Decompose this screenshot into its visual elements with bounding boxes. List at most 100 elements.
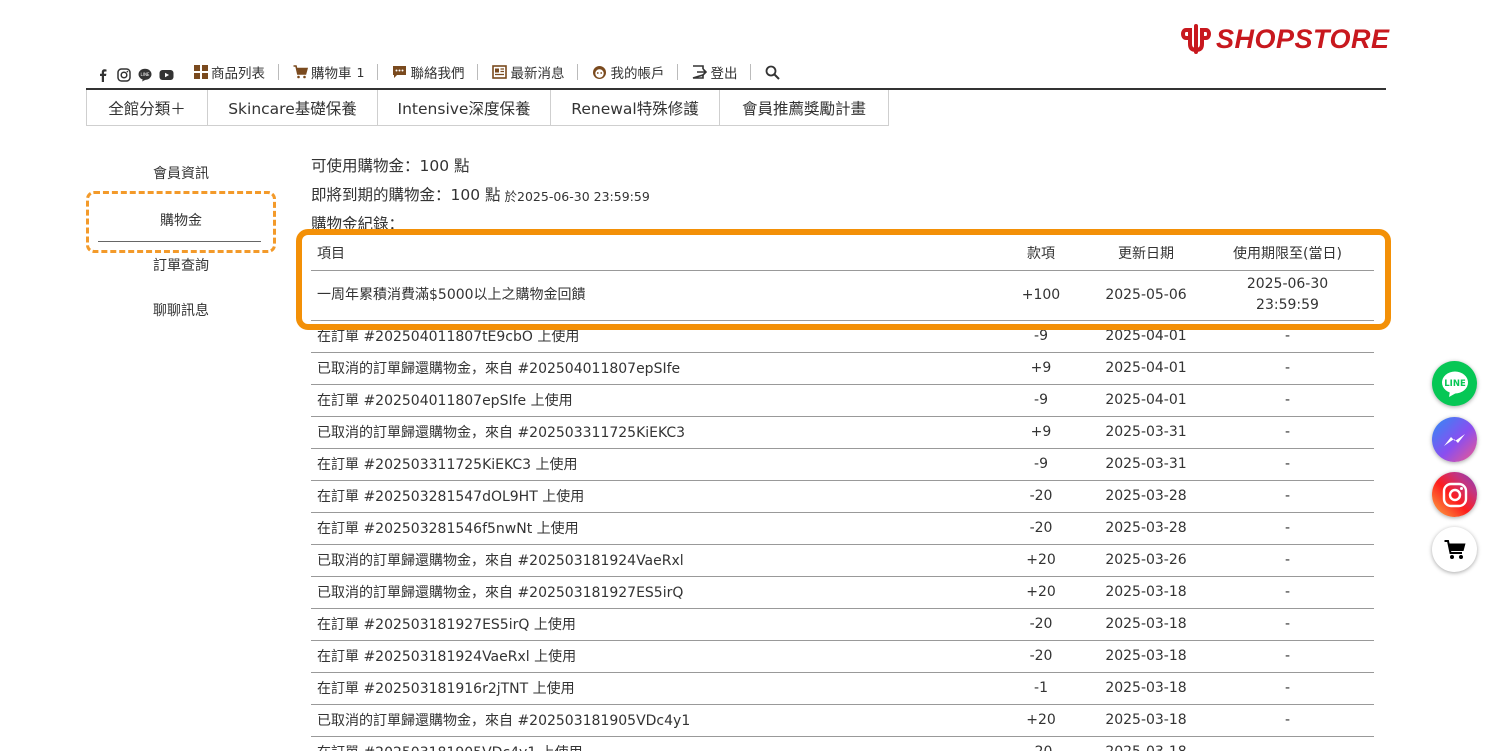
floating-cart-button[interactable] [1432, 527, 1477, 572]
line-icon[interactable]: LINE [138, 68, 152, 82]
expiring-credits: 即將到期的購物金： 100 點 於2025-06-30 23:59:59 [311, 179, 650, 208]
line-chat-button[interactable]: LINE [1432, 361, 1477, 406]
line-chat-icon: LINE [1441, 371, 1468, 397]
table-row: 在訂單 #202503181905VDc4y1 上使用-202025-03-18… [311, 736, 1374, 751]
row-expiry: - [1201, 512, 1374, 545]
row-item: 已取消的訂單歸還購物金，來自 #202503181927ES5irQ [311, 576, 991, 609]
table-row: 在訂單 #202503281547dOL9HT 上使用 -20 2025-03-28… [311, 480, 1374, 513]
credit-summary: 可使用購物金： 100 點 即將到期的購物金： 100 點 於2025-06-3… [311, 150, 650, 237]
instagram-icon[interactable] [117, 68, 131, 82]
cart-count: 1 [356, 64, 365, 80]
row-expiry-time: 23:59:59 [1256, 297, 1319, 313]
row-expiry: - [1201, 448, 1374, 481]
row-item: 在訂單 #202503181905VDc4y1 上使用 [311, 736, 991, 751]
row-expiry-date: 2025-06-30 [1246, 276, 1329, 292]
row-amount: -20 [991, 512, 1091, 545]
row-date: 2025-03-18 [1091, 704, 1201, 737]
category-referral[interactable]: 會員推薦獎勵計畫 [720, 90, 888, 125]
nav-logout-label: 登出 [710, 66, 738, 82]
row-item: 已取消的訂單歸還購物金，來自 #202503181924VaeRxl [311, 544, 991, 577]
expiring-credits-value: 100 點 [450, 185, 501, 204]
nav-search[interactable] [751, 62, 794, 82]
row-amount: +20 [991, 576, 1091, 609]
row-item: 已取消的訂單歸還購物金，來自 #202503181905VDc4y1 [311, 704, 991, 737]
account-sidebar: 會員資訊 訂單查詢 聊聊訊息 購物金 [86, 150, 276, 332]
row-amount: -1 [991, 672, 1091, 705]
row-amount: -9 [991, 448, 1091, 481]
smiley-icon [593, 65, 607, 79]
logout-icon [693, 65, 708, 79]
category-intensive[interactable]: Intensive深度保養 [378, 90, 551, 125]
row-date: 2025-03-18 [1091, 736, 1201, 751]
row-expiry: - [1201, 704, 1374, 737]
category-renewal[interactable]: Renewal特殊修護 [551, 90, 720, 125]
row-date: 2025-04-01 [1091, 320, 1201, 353]
available-credits: 可使用購物金： 100 點 [311, 150, 650, 179]
newspaper-icon [492, 65, 508, 79]
social-links: LINE [96, 68, 174, 82]
row-expiry: - [1201, 320, 1374, 353]
row-item: 在訂單 #202504011807tE9cbO 上使用 [311, 320, 991, 353]
row-item: 在訂單 #202503311725KiEKC3 上使用 [311, 448, 991, 481]
nav-cart[interactable]: 購物車 1 [279, 62, 379, 82]
row-item: 在訂單 #202504011807epSIfe 上使用 [311, 384, 991, 417]
category-skincare[interactable]: Skincare基礎保養 [208, 90, 378, 125]
row-expiry: 2025-06-30 23:59:59 [1201, 270, 1374, 321]
sidebar-item-credits[interactable]: 購物金 [86, 191, 276, 253]
row-date: 2025-03-18 [1091, 576, 1201, 609]
row-item: 在訂單 #202503181927ES5irQ 上使用 [311, 608, 991, 641]
table-row: 已取消的訂單歸還購物金，來自 #202503181927ES5irQ +20 202… [311, 576, 1374, 609]
row-expiry: - [1201, 416, 1374, 449]
table-row: 在訂單 #202503281546f5nwNt 上使用 -20 2025-03-28… [311, 512, 1374, 545]
brand-logo[interactable]: SHOPSTORE [1180, 22, 1390, 56]
instagram-chat-button[interactable] [1432, 472, 1477, 517]
table-row: 在訂單 #202503181924VaeRxl 上使用 -20 2025-03-18… [311, 640, 1374, 673]
nav-logout[interactable]: 登出 [678, 62, 752, 82]
row-date: 2025-03-26 [1091, 544, 1201, 577]
line-chat-label: LINE [1444, 379, 1466, 389]
row-date: 2025-03-18 [1091, 608, 1201, 641]
row-item: 在訂單 #202503181924VaeRxl 上使用 [311, 640, 991, 673]
expiring-credits-date: 於2025-06-30 23:59:59 [504, 188, 650, 204]
table-row: 已取消的訂單歸還購物金，來自 #202503311725KiEKC3 +9 2025… [311, 416, 1374, 449]
row-item: 在訂單 #202503281546f5nwNt 上使用 [311, 512, 991, 545]
row-date: 2025-03-28 [1091, 512, 1201, 545]
row-amount: +20 [991, 704, 1091, 737]
row-amount: -20 [991, 608, 1091, 641]
row-expiry: - [1201, 352, 1374, 385]
row-date: 2025-03-18 [1091, 672, 1201, 705]
row-expiry: - [1201, 480, 1374, 513]
brand-logo-text: SHOPSTORE [1216, 23, 1390, 54]
table-row: 已取消的訂單歸還購物金，來自 #202504011807epSIfe +9 2025… [311, 352, 1374, 385]
cart-icon [293, 65, 308, 79]
sidebar-item-member-info[interactable]: 會員資訊 [86, 150, 276, 195]
row-amount: -20 [991, 736, 1091, 751]
facebook-icon[interactable] [96, 68, 110, 82]
row-amount: +20 [991, 544, 1091, 577]
messenger-button[interactable] [1432, 417, 1477, 462]
youtube-icon[interactable] [159, 69, 174, 81]
header-item: 項目 [311, 236, 991, 271]
top-nav: LINE 商品列表 購物車 1 聯絡我們 最新消息 我的帳戶 登出 [96, 58, 794, 86]
nav-products[interactable]: 商品列表 [180, 62, 279, 82]
brand-logo-mark [1181, 24, 1211, 54]
cart-icon [1444, 539, 1465, 559]
row-expiry: - [1201, 608, 1374, 641]
category-all[interactable]: 全館分類＋ [87, 90, 208, 125]
row-amount: -20 [991, 640, 1091, 673]
sidebar-item-messages[interactable]: 聊聊訊息 [86, 287, 276, 332]
row-date: 2025-03-31 [1091, 416, 1201, 449]
message-icon [393, 66, 407, 78]
grid-icon [194, 65, 208, 79]
row-expiry: - [1201, 736, 1374, 751]
row-expiry: - [1201, 672, 1374, 705]
table-row: 在訂單 #202504011807tE9cbO 上使用 -9 2025-04-01- [311, 320, 1374, 353]
nav-news[interactable]: 最新消息 [478, 62, 579, 82]
row-amount: +9 [991, 352, 1091, 385]
expiring-credits-label: 即將到期的購物金： [311, 185, 451, 204]
nav-account[interactable]: 我的帳戶 [578, 62, 679, 82]
svg-text:LINE: LINE [141, 72, 150, 77]
nav-products-label: 商品列表 [211, 66, 265, 82]
nav-contact[interactable]: 聯絡我們 [378, 62, 479, 82]
available-credits-label: 可使用購物金： [311, 156, 420, 175]
